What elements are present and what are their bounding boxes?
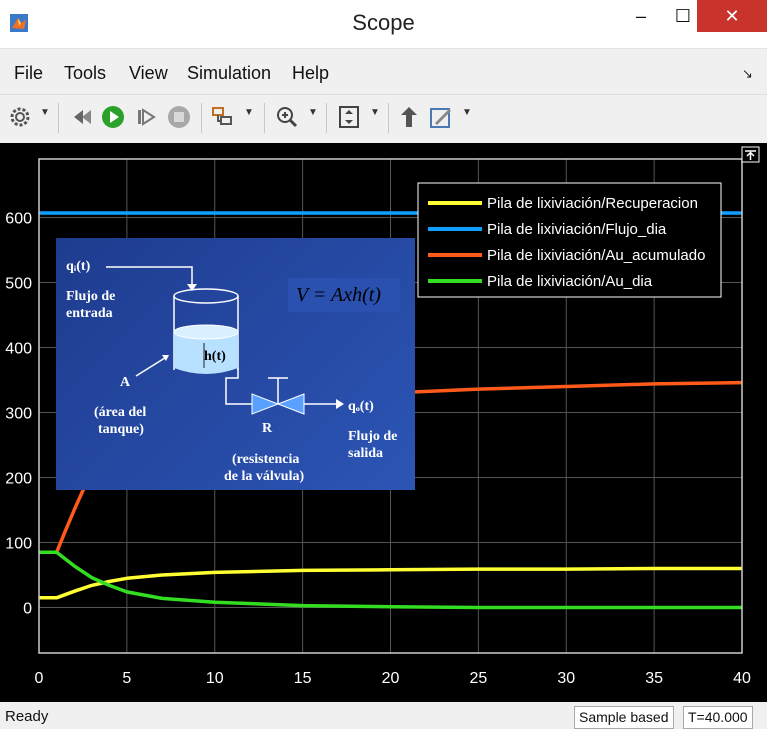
- x-tick-label: 30: [557, 670, 575, 687]
- toolbar: ▼ ▼ ▼ ▼ ▼: [0, 94, 767, 143]
- style-icon[interactable]: [428, 103, 454, 131]
- autoscale-icon[interactable]: [336, 103, 362, 131]
- legend-entry[interactable]: Pila de lixiviación/Flujo_dia: [487, 221, 667, 238]
- zoom-dropdown-icon[interactable]: ▼: [308, 107, 318, 118]
- area-desc-2: tanque): [98, 422, 144, 437]
- settings-dropdown-icon[interactable]: ▼: [40, 107, 50, 118]
- toolbar-separator: [58, 103, 59, 133]
- close-button[interactable]: ✕: [697, 0, 767, 32]
- undock-axes-icon[interactable]: [741, 146, 760, 163]
- stop-icon[interactable]: [166, 103, 192, 131]
- y-tick-label: 500: [5, 276, 32, 293]
- legend-entry[interactable]: Pila de lixiviación/Recuperacion: [487, 195, 698, 212]
- legend-entry[interactable]: Pila de lixiviación/Au_dia: [487, 273, 653, 290]
- step-forward-icon[interactable]: [134, 103, 158, 131]
- toolbar-separator: [264, 103, 265, 133]
- area-symbol: A: [120, 375, 131, 390]
- menu-help[interactable]: Help: [292, 63, 329, 84]
- x-tick-label: 20: [382, 670, 400, 687]
- outflow-label: qₒ(t): [348, 399, 374, 414]
- style-dropdown-icon[interactable]: ▼: [462, 107, 472, 118]
- inflow-desc-1: Flujo de: [66, 289, 116, 304]
- menu-simulation[interactable]: Simulation: [187, 63, 271, 84]
- undock-arrow-icon[interactable]: ↘: [742, 66, 753, 82]
- scope-display: 0 5 10 15 20 25 30 35 40 0 100 200 300 400 500 600 Pila…: [0, 143, 767, 702]
- menu-bar: File Tools View Simulation Help ↘: [0, 58, 767, 88]
- inflow-label: qᵢ(t): [66, 259, 91, 274]
- legend-entry[interactable]: Pila de lixiviación/Au_acumulado: [487, 247, 705, 264]
- status-bar: Ready Sample based T=40.000: [0, 702, 767, 729]
- x-tick-label: 5: [122, 670, 131, 687]
- rewind-icon[interactable]: [70, 103, 96, 131]
- y-tick-label: 300: [5, 406, 32, 423]
- area-desc-1: (área del: [94, 405, 147, 420]
- x-tick-label: 35: [645, 670, 663, 687]
- x-tick-label: 15: [294, 670, 312, 687]
- minimize-button[interactable]: –: [618, 0, 664, 32]
- toolbar-separator: [388, 103, 389, 133]
- x-tick-label: 25: [469, 670, 487, 687]
- x-tick-label: 0: [35, 670, 44, 687]
- title-bar: Scope – ☐ ✕: [0, 0, 767, 49]
- resistance-desc-2: de la válvula): [224, 469, 305, 484]
- highlight-icon[interactable]: [396, 103, 422, 131]
- x-tick-label: 10: [206, 670, 224, 687]
- resistance-symbol: R: [262, 421, 273, 436]
- volume-equation: V = Axh(t): [296, 284, 381, 306]
- outflow-desc-2: salida: [348, 446, 384, 461]
- y-tick-label: 0: [23, 601, 32, 618]
- sample-mode-badge: Sample based: [574, 706, 674, 729]
- outflow-desc-1: Flujo de: [348, 429, 398, 444]
- zoom-icon[interactable]: [274, 103, 300, 131]
- height-label: h(t): [204, 349, 226, 364]
- x-tick-label: 40: [733, 670, 751, 687]
- y-tick-label: 600: [5, 211, 32, 228]
- run-icon[interactable]: [100, 103, 126, 131]
- tank-diagram-image: qᵢ(t) Flujo de entrada h(t) A (área del …: [56, 238, 415, 490]
- toolbar-separator: [201, 103, 202, 133]
- menu-tools[interactable]: Tools: [64, 63, 106, 84]
- menu-view[interactable]: View: [129, 63, 168, 84]
- resistance-desc-1: (resistencia: [232, 452, 300, 467]
- gear-icon[interactable]: [8, 103, 32, 131]
- legend[interactable]: Pila de lixiviación/Recuperacion Pila de …: [417, 182, 722, 298]
- autoscale-dropdown-icon[interactable]: ▼: [370, 107, 380, 118]
- status-text: Ready: [5, 708, 49, 725]
- y-tick-label: 100: [5, 536, 32, 553]
- signal-dropdown-icon[interactable]: ▼: [244, 107, 254, 118]
- signal-select-icon[interactable]: [210, 103, 236, 131]
- menu-file[interactable]: File: [14, 63, 43, 84]
- toolbar-separator: [326, 103, 327, 133]
- inflow-desc-2: entrada: [66, 306, 113, 321]
- y-tick-label: 200: [5, 471, 32, 488]
- sim-time-badge: T=40.000: [683, 706, 753, 729]
- y-tick-label: 400: [5, 341, 32, 358]
